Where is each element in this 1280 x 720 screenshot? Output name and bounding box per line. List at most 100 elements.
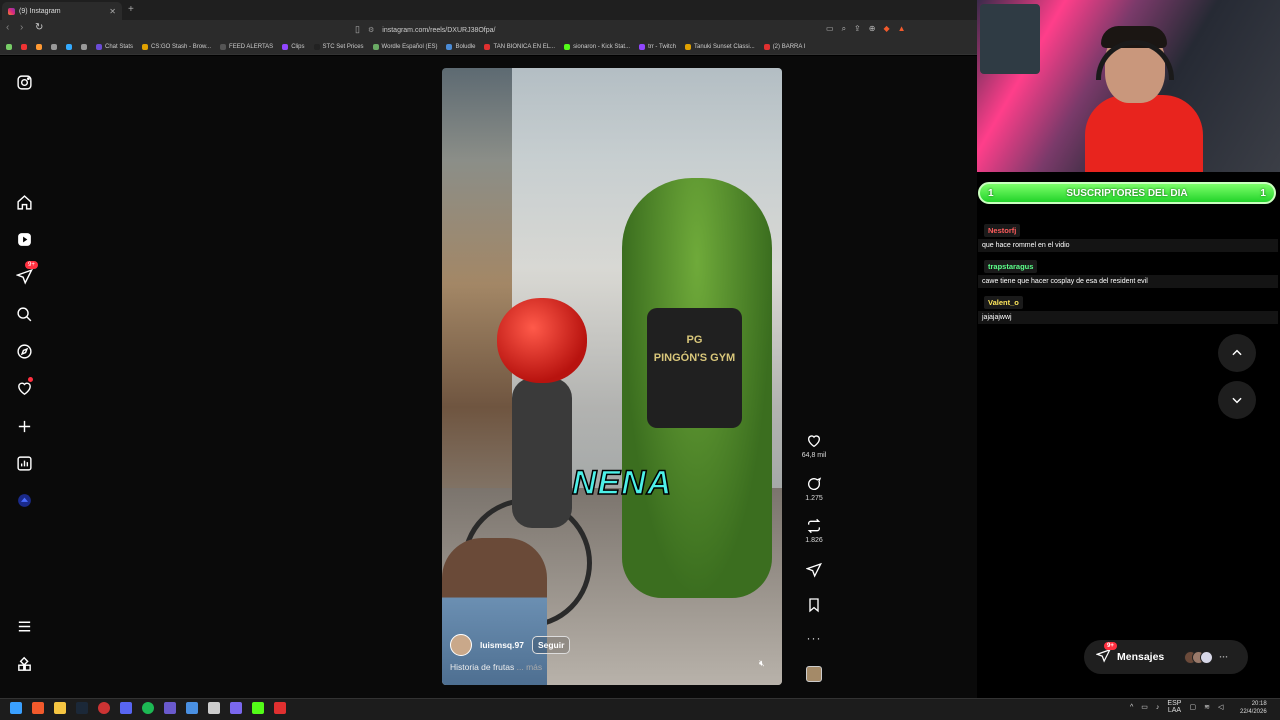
steam-icon[interactable] [76, 702, 88, 714]
bookmark-favicon-icon[interactable] [51, 44, 57, 50]
save-action[interactable] [800, 597, 828, 613]
tray-chevron-icon[interactable]: ^ [1130, 704, 1133, 711]
author-avatar[interactable] [450, 634, 472, 656]
bookmark-favicon-icon[interactable] [36, 44, 42, 50]
language-code: ESP [1167, 700, 1182, 707]
network-icon[interactable]: ▭ [1141, 703, 1148, 711]
bookmark-item[interactable]: Tanuki Sunset Classi... [684, 44, 755, 50]
brave-shield-icon[interactable]: ◆ [883, 24, 889, 34]
reload-icon[interactable]: ↻ [35, 22, 43, 33]
bookmark-label: trr - Twitch [648, 44, 676, 50]
site-info-icon[interactable]: ⚙ [368, 26, 374, 34]
bookmark-favicon-icon[interactable] [6, 44, 12, 50]
share-icon[interactable]: ⇪ [854, 24, 861, 34]
forward-icon[interactable]: › [20, 22, 23, 33]
bookmark-favicon-icon [484, 44, 491, 50]
repost-count: 1.826 [805, 537, 823, 544]
like-action[interactable]: 64,8 mil [800, 433, 828, 459]
profile-avatar-icon[interactable] [14, 490, 34, 510]
mic-icon[interactable]: ♪ [1156, 704, 1160, 711]
subs-count-right: 1 [1260, 187, 1266, 199]
bookmark-item[interactable]: FEED ALERTAS [220, 44, 273, 50]
chat-message: Nestorfj que hace rommel en el vidio [978, 220, 1278, 252]
share-action[interactable] [800, 562, 828, 578]
language-indicator[interactable]: ESP LAA [1167, 700, 1181, 714]
bookmark-page-icon[interactable]: ▯ [355, 24, 360, 35]
new-tab-button[interactable]: + [128, 4, 134, 15]
reels-icon[interactable] [14, 229, 34, 249]
volume-icon[interactable]: ◁ [1218, 703, 1223, 711]
bookmark-label: CS:GO Stash - Brow... [151, 44, 212, 50]
spotify-icon[interactable] [142, 702, 154, 714]
back-icon[interactable]: ‹ [6, 22, 9, 33]
webcam-monitor [980, 4, 1040, 74]
also-from-meta-icon[interactable] [14, 654, 34, 674]
discord-icon[interactable] [120, 702, 132, 714]
wifi-icon[interactable]: ≋ [1204, 703, 1210, 711]
comment-action[interactable]: 1.275 [800, 476, 828, 502]
bookmark-item[interactable]: Wordle Español (ES) [372, 44, 437, 50]
cast-icon[interactable]: ▭ [826, 24, 834, 34]
file-explorer-icon[interactable] [54, 702, 66, 714]
bookmark-item[interactable]: (2) BARRA I [763, 44, 805, 50]
shirt-logo: PG [686, 334, 703, 346]
brave-rewards-icon[interactable]: ▲ [898, 24, 906, 34]
extensions-icon[interactable]: ⊕ [869, 24, 876, 34]
zoom-icon[interactable]: ⌕ [842, 24, 846, 34]
bookmark-item[interactable]: sionaron - Kick Stat... [564, 44, 630, 50]
app-icon[interactable] [208, 702, 220, 714]
app-icon[interactable] [274, 702, 286, 714]
repost-icon[interactable] [806, 518, 822, 534]
obs-icon[interactable] [98, 702, 110, 714]
previous-reel-button[interactable] [1218, 334, 1256, 372]
instagram-logo-icon[interactable] [14, 72, 34, 92]
brave-browser-icon[interactable] [32, 702, 44, 714]
notifications-icon[interactable] [14, 377, 34, 398]
author-username[interactable]: luismsq.97 [480, 640, 524, 650]
address-bar-actions: ▭ ⌕ ⇪ ⊕ ◆ ▲ [826, 24, 906, 34]
bookmark-item[interactable]: CS:GO Stash - Brow... [142, 44, 211, 50]
explore-icon[interactable] [14, 341, 34, 361]
bookmark-item[interactable]: Chat Stats [96, 44, 133, 50]
audio-thumbnail[interactable] [806, 666, 822, 682]
subs-count-left: 1 [988, 187, 994, 199]
mute-icon[interactable]: 🔇︎ [759, 658, 765, 669]
monitor-icon[interactable]: ▢ [1189, 703, 1196, 711]
taskbar-clock[interactable]: 20:18 22/4/2026 [1240, 700, 1267, 716]
bookmark-item[interactable]: trr - Twitch [639, 44, 676, 50]
bookmark-item[interactable]: TAN BIONICA EN EL... [484, 44, 555, 50]
start-menu-icon[interactable] [10, 702, 22, 714]
browser-tab[interactable]: (9) Instagram ✕ [2, 2, 122, 20]
reel-caption[interactable]: Historia de frutas ... más [450, 662, 542, 672]
reel-video[interactable]: PG PINGÓN'S GYM NENA luismsq.97 Seguir H… [442, 68, 782, 685]
bookmark-favicon-icon[interactable] [81, 44, 87, 50]
bookmark-item[interactable]: Clips [282, 44, 305, 50]
home-icon[interactable] [14, 192, 34, 212]
follow-button[interactable]: Seguir [531, 636, 571, 654]
send-icon[interactable] [806, 562, 822, 578]
close-tab-icon[interactable]: ✕ [109, 7, 116, 16]
next-reel-button[interactable] [1218, 381, 1256, 419]
direct-messages-icon[interactable]: 9+ [14, 261, 38, 286]
create-icon[interactable] [14, 416, 34, 436]
comment-icon[interactable] [806, 476, 822, 492]
bookmark-favicon-icon[interactable] [21, 44, 27, 50]
bookmark-item[interactable]: Boludle [446, 44, 475, 50]
search-icon[interactable] [14, 304, 34, 324]
caption-more-link[interactable]: ... más [517, 662, 543, 672]
dashboard-icon[interactable] [14, 453, 34, 473]
bookmark-favicon-icon[interactable] [66, 44, 72, 50]
notification-dot [28, 377, 33, 382]
repost-action[interactable]: 1.826 [800, 518, 828, 544]
bookmark-icon[interactable] [806, 597, 822, 613]
bookmark-item[interactable]: STC Set Prices [313, 44, 364, 50]
app-icon[interactable] [164, 702, 176, 714]
more-menu-icon[interactable] [14, 616, 34, 636]
tab-title: (9) Instagram [19, 7, 61, 15]
app-icon[interactable] [230, 702, 242, 714]
messages-button[interactable]: 9+ Mensajes ··· [1084, 640, 1248, 674]
more-options-icon[interactable]: ··· [800, 631, 828, 645]
app-icon[interactable] [186, 702, 198, 714]
heart-icon[interactable] [806, 433, 822, 449]
kick-icon[interactable] [252, 702, 264, 714]
